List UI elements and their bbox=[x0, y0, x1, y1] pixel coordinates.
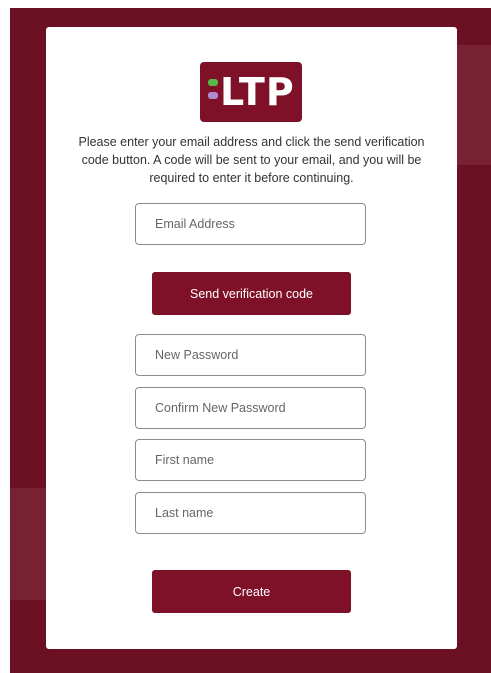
logo-bar-green bbox=[208, 79, 218, 86]
new-password-field[interactable] bbox=[135, 334, 366, 376]
ltp-logo: LTP bbox=[200, 62, 302, 122]
email-field[interactable] bbox=[135, 203, 366, 245]
send-verification-code-button[interactable]: Send verification code bbox=[152, 272, 351, 315]
confirm-password-field[interactable] bbox=[135, 387, 366, 429]
logo-bar-purple bbox=[208, 92, 218, 99]
background-decoration bbox=[10, 488, 46, 600]
background-decoration bbox=[457, 45, 491, 165]
first-name-field[interactable] bbox=[135, 439, 366, 481]
last-name-field[interactable] bbox=[135, 492, 366, 534]
signup-card: LTP Please enter your email address and … bbox=[46, 27, 457, 649]
logo-text: LTP bbox=[220, 70, 295, 114]
instructions-text: Please enter your email address and clic… bbox=[78, 135, 425, 185]
create-button[interactable]: Create bbox=[152, 570, 351, 613]
